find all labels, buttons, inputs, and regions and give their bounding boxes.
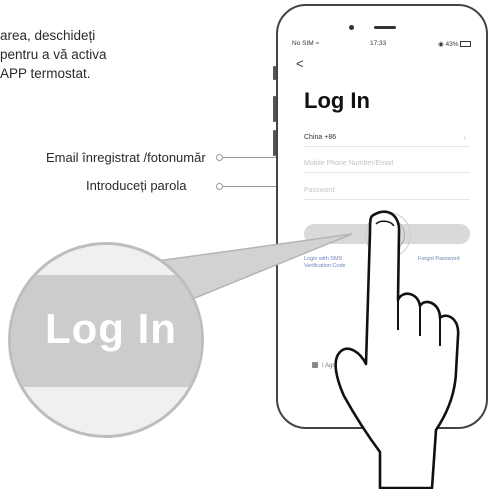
pointing-hand-icon (334, 210, 460, 489)
hand-illustration (334, 210, 460, 489)
